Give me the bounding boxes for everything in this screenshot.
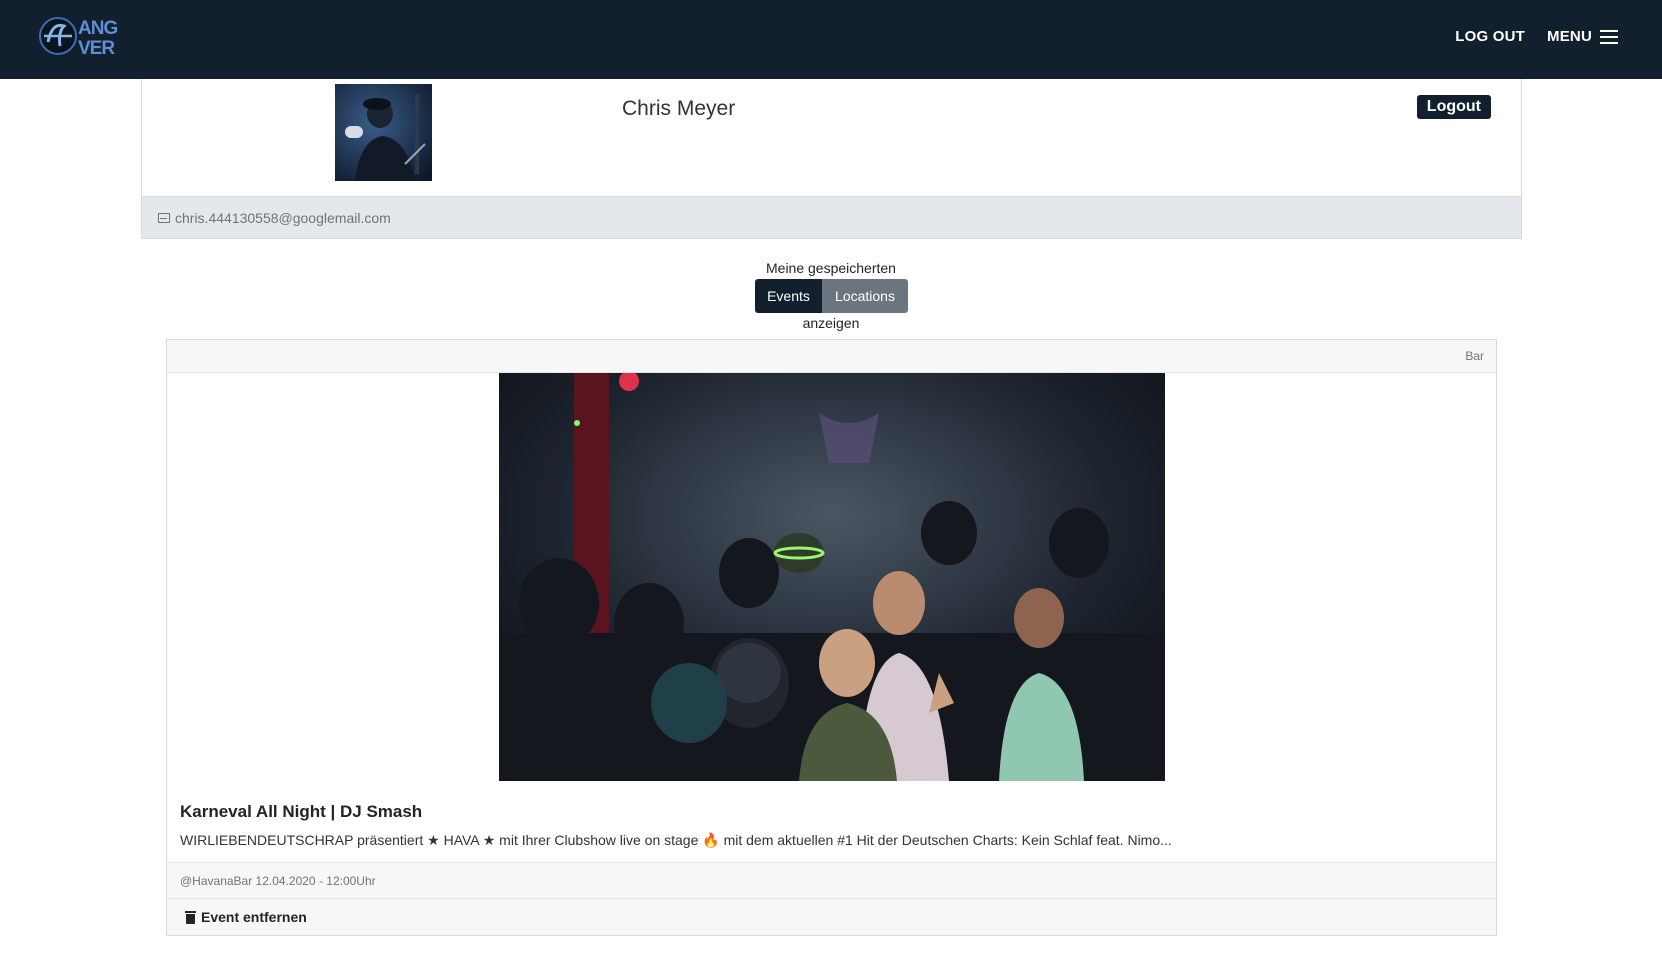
menu-label: MENU [1547, 28, 1592, 45]
event-card-header: Bar [167, 340, 1496, 373]
profile-card: Chris Meyer Logout chris.444130558@googl… [141, 79, 1522, 239]
event-card: Bar Karneval All Night | DJ Smash WIRLIE… [166, 339, 1497, 936]
profile-name: Chris Meyer [622, 97, 736, 120]
event-title[interactable]: Karneval All Night | DJ Smash [180, 802, 422, 822]
event-description: WIRLIEBENDEUTSCHRAP präsentiert ★ HAVA ★… [180, 832, 1172, 848]
menu-toggle[interactable]: MENU [1547, 28, 1618, 45]
saved-type-toggle: Events Locations [755, 279, 908, 313]
hamburger-icon [1600, 29, 1618, 44]
brand-logo[interactable]: ANG VER [38, 12, 138, 60]
svg-text:VER: VER [78, 38, 115, 59]
saved-outro-text: anzeigen [802, 315, 860, 331]
saved-intro-text: Meine gespeicherten [766, 260, 896, 276]
remove-event-button[interactable]: Event entfernen [167, 899, 1496, 935]
profile-contact-bar: chris.444130558@googlemail.com [142, 196, 1521, 238]
tab-locations[interactable]: Locations [822, 279, 908, 313]
event-meta-text: @HavanaBar 12.04.2020 - 12:00Uhr [180, 873, 376, 888]
trash-icon [185, 910, 196, 924]
remove-event-label: Event entfernen [201, 909, 307, 925]
profile-avatar [335, 84, 432, 181]
svg-text:ANG: ANG [78, 18, 117, 39]
event-image[interactable] [499, 373, 1165, 781]
logout-button[interactable]: Logout [1416, 95, 1491, 119]
nav-logout-link[interactable]: LOG OUT [1455, 28, 1525, 45]
event-category: Bar [1465, 349, 1484, 363]
profile-email[interactable]: chris.444130558@googlemail.com [175, 210, 391, 226]
top-navbar: ANG VER LOG OUT MENU [0, 0, 1662, 79]
event-meta: @HavanaBar 12.04.2020 - 12:00Uhr [167, 862, 1496, 899]
tab-events[interactable]: Events [755, 279, 822, 313]
envelope-icon [158, 212, 170, 223]
